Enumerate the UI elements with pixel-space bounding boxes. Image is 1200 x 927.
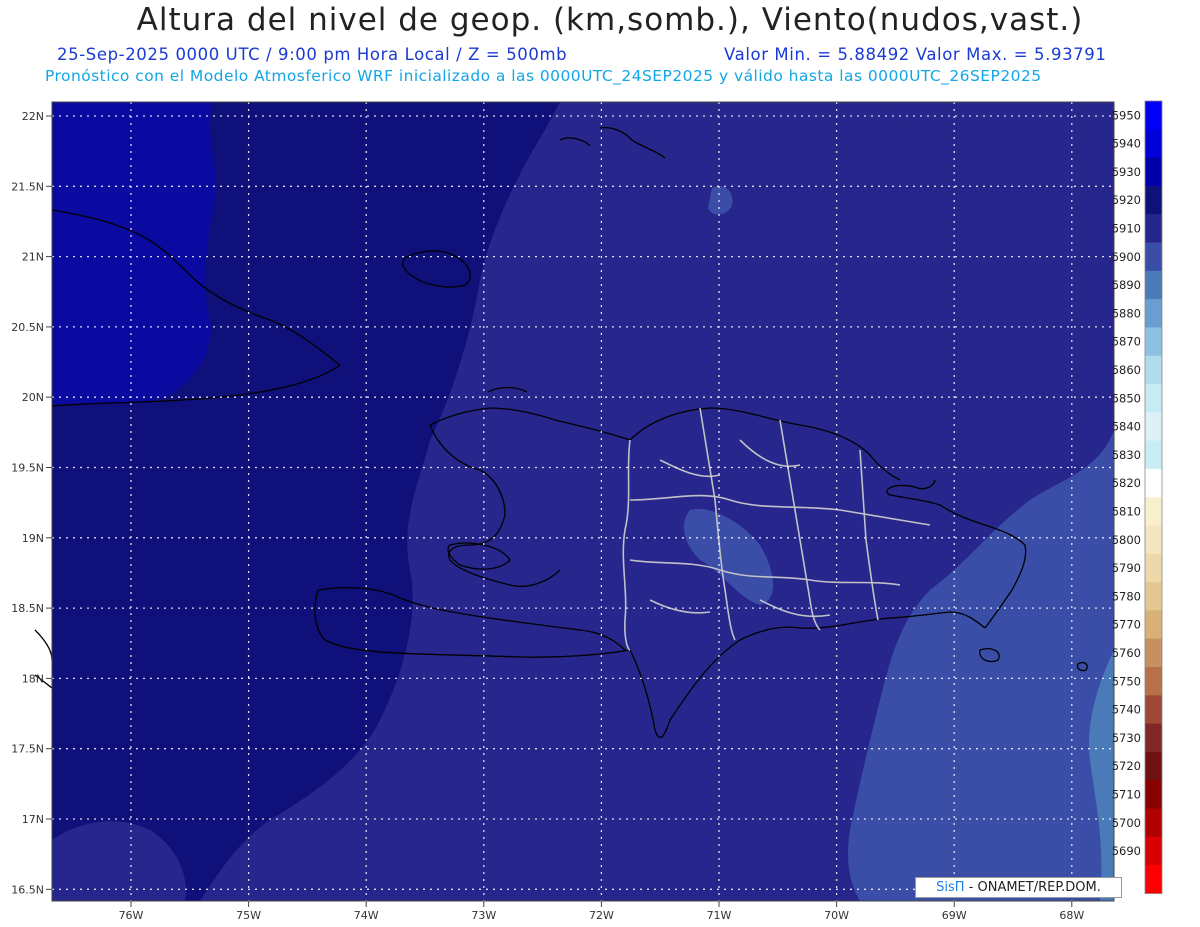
colorbar-level-label: 5700 <box>1112 816 1141 830</box>
colorbar-swatch <box>1145 129 1162 159</box>
lat-tick-label: 16.5N <box>11 883 44 896</box>
colorbar-level-label: 5890 <box>1112 278 1141 292</box>
lat-tick-label: 20N <box>22 391 44 404</box>
colorbar-swatch <box>1145 780 1162 809</box>
colorbar-level-label: 5910 <box>1112 222 1141 236</box>
colorbar-swatch <box>1145 214 1162 243</box>
colorbar-swatch <box>1145 270 1162 300</box>
colorbar-swatch <box>1145 723 1162 753</box>
colorbar-level-label: 5750 <box>1112 674 1141 688</box>
colorbar-level-label: 5770 <box>1112 618 1141 632</box>
colorbar-level-label: 5720 <box>1112 759 1141 773</box>
colorbar-swatch <box>1145 695 1162 725</box>
field-5930-west <box>52 102 217 405</box>
lat-tick-label: 21.5N <box>11 180 44 193</box>
latitude-axis: 22N 21.5N 21N 20.5N 20N 19.5N 19N 18.5N 18N 17.5N… <box>11 110 52 896</box>
map-figure: 22N 21.5N 21N 20.5N 20N 19.5N 19N 18.5N 18N 17.5N… <box>11 100 1163 922</box>
lon-tick-label: 71W <box>707 909 732 922</box>
lat-tick-label: 22N <box>22 110 44 123</box>
lon-tick-label: 76W <box>119 909 144 922</box>
colorbar-swatch <box>1145 157 1162 187</box>
colorbar-level-label: 5880 <box>1112 306 1141 320</box>
colorbar-swatch <box>1145 242 1162 272</box>
colorbar-swatch <box>1145 101 1162 130</box>
colorbar-level-label: 5760 <box>1112 646 1141 660</box>
colorbar-swatch <box>1145 497 1162 526</box>
credit-brand: SisΠ <box>936 880 965 895</box>
longitude-axis: 76W 75W 74W 73W 72W 71W 70W 69W 68W <box>119 901 1084 922</box>
lat-tick-label: 17N <box>22 813 44 826</box>
colorbar-swatch <box>1145 384 1162 413</box>
lon-tick-label: 68W <box>1059 909 1084 922</box>
colorbar-swatch <box>1145 667 1162 696</box>
colorbar-swatch <box>1145 751 1162 781</box>
lon-tick-label: 73W <box>471 909 496 922</box>
colorbar-level-label: 5920 <box>1112 193 1141 207</box>
colorbar-swatch <box>1145 610 1162 640</box>
colorbar-swatch <box>1145 327 1162 357</box>
lat-tick-label: 19N <box>22 532 44 545</box>
colorbar-level-label: 5780 <box>1112 589 1141 603</box>
colorbar-swatch <box>1145 553 1162 583</box>
colorbar-swatch <box>1145 299 1162 328</box>
colorbar-level-label: 5710 <box>1112 788 1141 802</box>
colorbar-level-label: 5830 <box>1112 448 1141 462</box>
colorbar-level-label: 5790 <box>1112 561 1141 575</box>
colorbar-level-label: 5870 <box>1112 335 1141 349</box>
colorbar-swatch <box>1145 185 1162 215</box>
colorbar-level-label: 5900 <box>1112 250 1141 264</box>
colorbar-swatch <box>1145 440 1162 470</box>
colorbar-level-label: 5840 <box>1112 420 1141 434</box>
colorbar-level-label: 5800 <box>1112 533 1141 547</box>
colorbar-level-label: 5730 <box>1112 731 1141 745</box>
lon-tick-label: 70W <box>824 909 849 922</box>
lon-tick-label: 75W <box>236 909 261 922</box>
colorbar-swatch <box>1145 412 1162 442</box>
colorbar-level-label: 5940 <box>1112 137 1141 151</box>
lat-tick-label: 17.5N <box>11 743 44 756</box>
lon-tick-label: 72W <box>589 909 614 922</box>
colorbar-swatch <box>1145 355 1162 385</box>
colorbar-swatch <box>1145 865 1162 894</box>
lon-tick-label: 69W <box>942 909 967 922</box>
colorbar-level-label: 5810 <box>1112 505 1141 519</box>
colorbar-swatch <box>1145 525 1162 555</box>
credit-box: SisΠ - ONAMET/REP.DOM. <box>915 877 1122 898</box>
lat-tick-label: 18N <box>22 672 44 685</box>
colorbar-swatch <box>1145 808 1162 838</box>
lat-tick-label: 18.5N <box>11 602 44 615</box>
colorbar-level-label: 5860 <box>1112 363 1141 377</box>
colorbar: 5950 5940 5930 5920 5910 5900 5890 5880 5870 5860… <box>1112 100 1163 894</box>
colorbar-level-label: 5740 <box>1112 703 1141 717</box>
lat-tick-label: 20.5N <box>11 321 44 334</box>
colorbar-swatch <box>1145 836 1162 866</box>
colorbar-swatch <box>1145 638 1162 668</box>
lat-tick-label: 21N <box>22 251 44 264</box>
colorbar-level-label: 5930 <box>1112 165 1141 179</box>
colorbar-level-label: 5820 <box>1112 476 1141 490</box>
colorbar-swatch <box>1145 468 1162 498</box>
lon-tick-label: 74W <box>354 909 379 922</box>
credit-text: - ONAMET/REP.DOM. <box>964 880 1101 895</box>
colorbar-swatch <box>1145 582 1162 611</box>
lat-tick-label: 19.5N <box>11 462 44 475</box>
colorbar-level-label: 5690 <box>1112 844 1141 858</box>
colorbar-level-label: 5850 <box>1112 391 1141 405</box>
colorbar-level-label: 5950 <box>1112 108 1141 122</box>
